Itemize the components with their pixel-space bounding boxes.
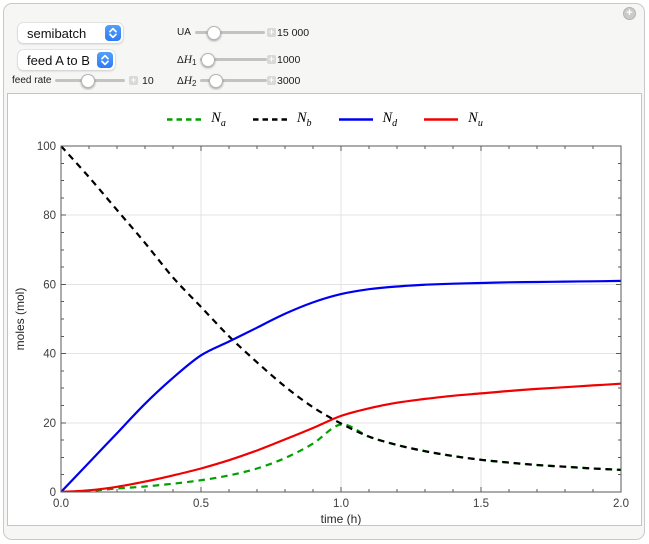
legend-label-Nu: Nu <box>468 110 483 129</box>
ua-stepper-plus-icon[interactable]: + <box>267 27 276 37</box>
plot-cell: 0.0 0.5 1.0 1.5 2.0 0 20 40 60 80 100 time (h) moles… <box>7 93 642 526</box>
y-tick-label-60: 60 <box>43 279 56 291</box>
expand-plus-icon[interactable]: + <box>623 7 636 20</box>
legend-item-Nd: Nd <box>338 110 398 129</box>
h-subscript: 1 <box>192 57 197 67</box>
h-symbol: H <box>183 53 192 66</box>
legend-label-Nd: Nd <box>382 110 398 129</box>
legend-swatch-Na <box>167 118 202 121</box>
ua-slider-track[interactable] <box>195 30 265 34</box>
x-axis-label: time (h) <box>321 512 362 525</box>
x-tick-label-2.0: 2.0 <box>613 498 629 510</box>
manipulate-panel: + semibatch feed A to B feed rate + 10 U… <box>3 3 645 540</box>
delta-symbol: Δ <box>177 75 184 87</box>
dh2-value: 3000 <box>277 74 301 87</box>
legend-swatch-Nu <box>424 118 459 121</box>
dh1-value: 1000 <box>277 53 301 66</box>
x-tick-label-1.5: 1.5 <box>473 498 489 510</box>
h-subscript: 2 <box>192 78 197 88</box>
dh2-stepper-plus-icon[interactable]: + <box>267 75 276 85</box>
dh2-slider-thumb[interactable] <box>209 73 223 88</box>
ua-value: 15 000 <box>277 26 310 39</box>
legend-swatch-Nd <box>338 118 373 121</box>
legend-item-Na: Na <box>166 110 226 129</box>
dh1-slider-row: ΔH1 + 1000 <box>4 52 644 67</box>
x-tick-label-0.5: 0.5 <box>193 498 209 510</box>
legend-label-Na: Na <box>211 110 226 129</box>
dh2-slider-row: ΔH2 + 3000 <box>4 73 644 88</box>
dh1-label: ΔH1 <box>177 54 196 67</box>
y-tick-label-80: 80 <box>43 210 56 222</box>
h-symbol: H <box>183 74 192 87</box>
legend-item-Nb: Nb <box>252 110 312 129</box>
x-tick-label-0.0: 0.0 <box>53 498 69 510</box>
legend-swatch-Nb <box>252 118 287 121</box>
dh1-slider-thumb[interactable] <box>201 52 215 67</box>
legend-item-Nu: Nu <box>423 110 483 129</box>
dh2-label: ΔH2 <box>177 75 196 88</box>
ua-label: UA <box>177 26 191 38</box>
ua-slider-row: UA + 15 000 <box>4 25 644 40</box>
y-tick-label-20: 20 <box>43 418 56 430</box>
moles-vs-time-plot: 0.0 0.5 1.0 1.5 2.0 0 20 40 60 80 100 time (h) moles… <box>13 141 629 525</box>
ua-slider-thumb[interactable] <box>207 25 221 40</box>
y-axis-label: moles (mol) <box>13 288 27 351</box>
y-tick-label-40: 40 <box>43 349 56 361</box>
plot-legend: Na Nb Nd Nu <box>8 110 641 129</box>
legend-label-Nb: Nb <box>296 110 312 129</box>
delta-symbol: Δ <box>177 54 184 66</box>
x-tick-label-1.0: 1.0 <box>333 498 349 510</box>
dh1-stepper-plus-icon[interactable]: + <box>267 54 276 64</box>
y-tick-label-0: 0 <box>50 487 56 499</box>
y-tick-label-100: 100 <box>37 141 56 153</box>
